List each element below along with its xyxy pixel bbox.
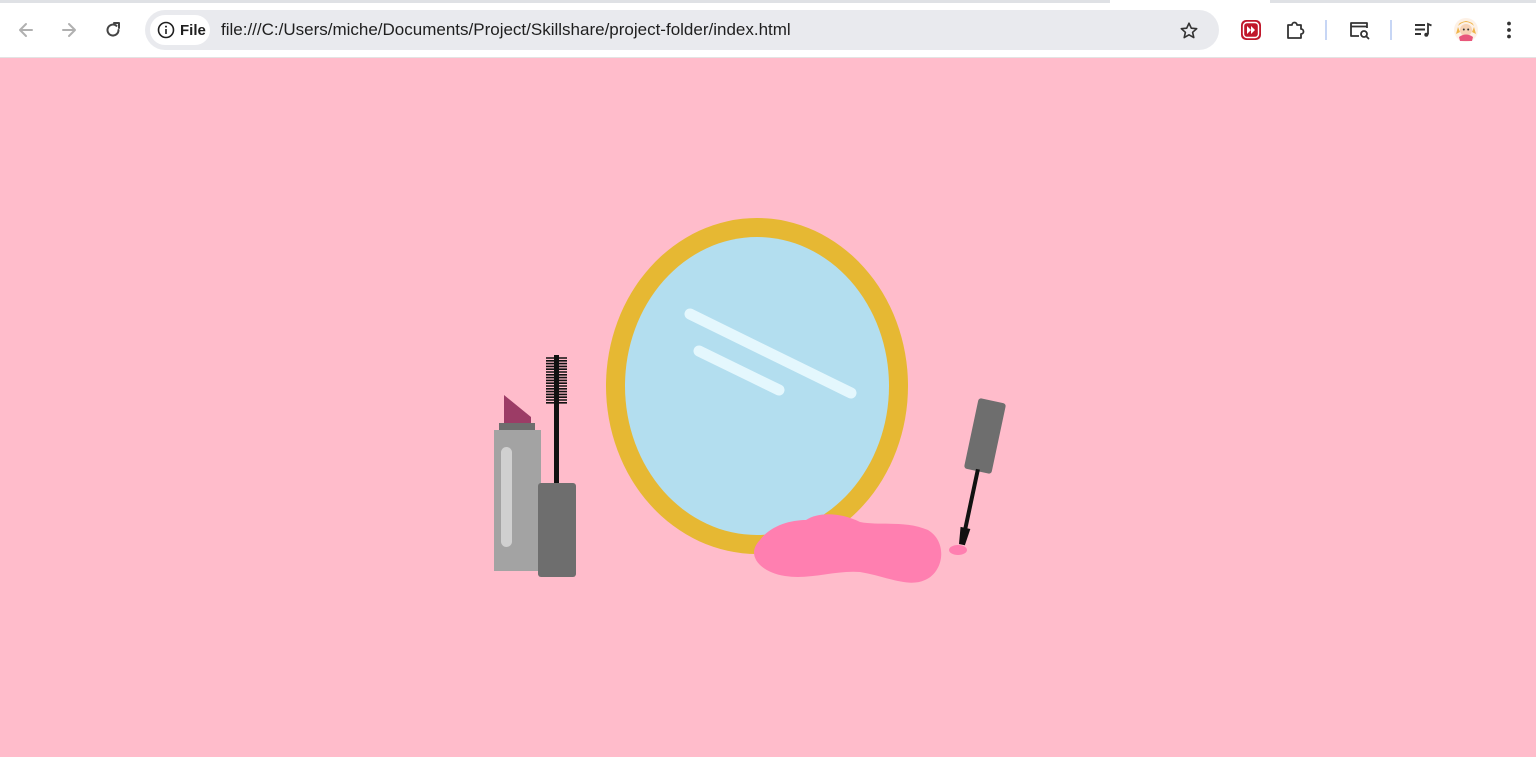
nail-polish-brush-stick [963, 468, 980, 531]
star-icon [1180, 22, 1198, 39]
arrow-right-icon [62, 23, 76, 37]
arrow-left-icon [19, 23, 33, 37]
search-tab-icon [1350, 22, 1370, 40]
toolbar-separator [1390, 20, 1392, 40]
mascara-cap [538, 483, 576, 577]
media-queue-button[interactable] [1408, 15, 1438, 45]
lipstick-tip [504, 395, 531, 424]
active-tab-edge [1110, 0, 1270, 3]
bookmark-button[interactable] [1175, 17, 1203, 45]
fast-forward-extension-button[interactable] [1236, 15, 1266, 45]
url-text[interactable]: file:///C:/Users/miche/Documents/Project… [221, 20, 791, 40]
mirror-glass [625, 237, 889, 535]
page-content [0, 58, 1536, 757]
lipstick-collar [499, 423, 535, 430]
browser-toolbar: File file:///C:/Users/miche/Documents/Pr… [0, 0, 1536, 58]
extensions-button[interactable] [1280, 15, 1310, 45]
address-bar[interactable]: File file:///C:/Users/miche/Documents/Pr… [145, 10, 1219, 50]
back-button[interactable] [9, 13, 43, 47]
nail-polish-brush-tip [958, 526, 971, 546]
profile-button[interactable] [1451, 15, 1481, 45]
site-chip-label: File [180, 21, 206, 39]
toolbar-separator [1325, 20, 1327, 40]
nail-polish-brush [958, 398, 1006, 546]
makeup-illustration [494, 218, 1006, 583]
lipstick-highlight [501, 447, 512, 547]
fast-forward-extension-icon [1241, 20, 1261, 40]
nail-polish-drip [949, 545, 967, 555]
puzzle-piece-icon [1287, 21, 1305, 39]
kebab-menu-icon [1507, 21, 1511, 39]
site-info-chip[interactable]: File [150, 15, 210, 45]
nail-polish-brush-cap [964, 398, 1006, 474]
info-icon [157, 21, 175, 39]
mirror [606, 218, 908, 554]
reload-icon [106, 22, 120, 37]
search-tab-button[interactable] [1344, 15, 1374, 45]
nail-polish-spill [754, 514, 942, 583]
lipstick [494, 395, 541, 571]
browser-menu-button[interactable] [1494, 15, 1524, 45]
forward-button[interactable] [52, 13, 86, 47]
media-queue-icon [1415, 22, 1432, 37]
mascara [538, 355, 576, 577]
tab-strip [0, 0, 1536, 3]
profile-avatar-icon [1454, 18, 1478, 42]
reload-button[interactable] [96, 13, 130, 47]
